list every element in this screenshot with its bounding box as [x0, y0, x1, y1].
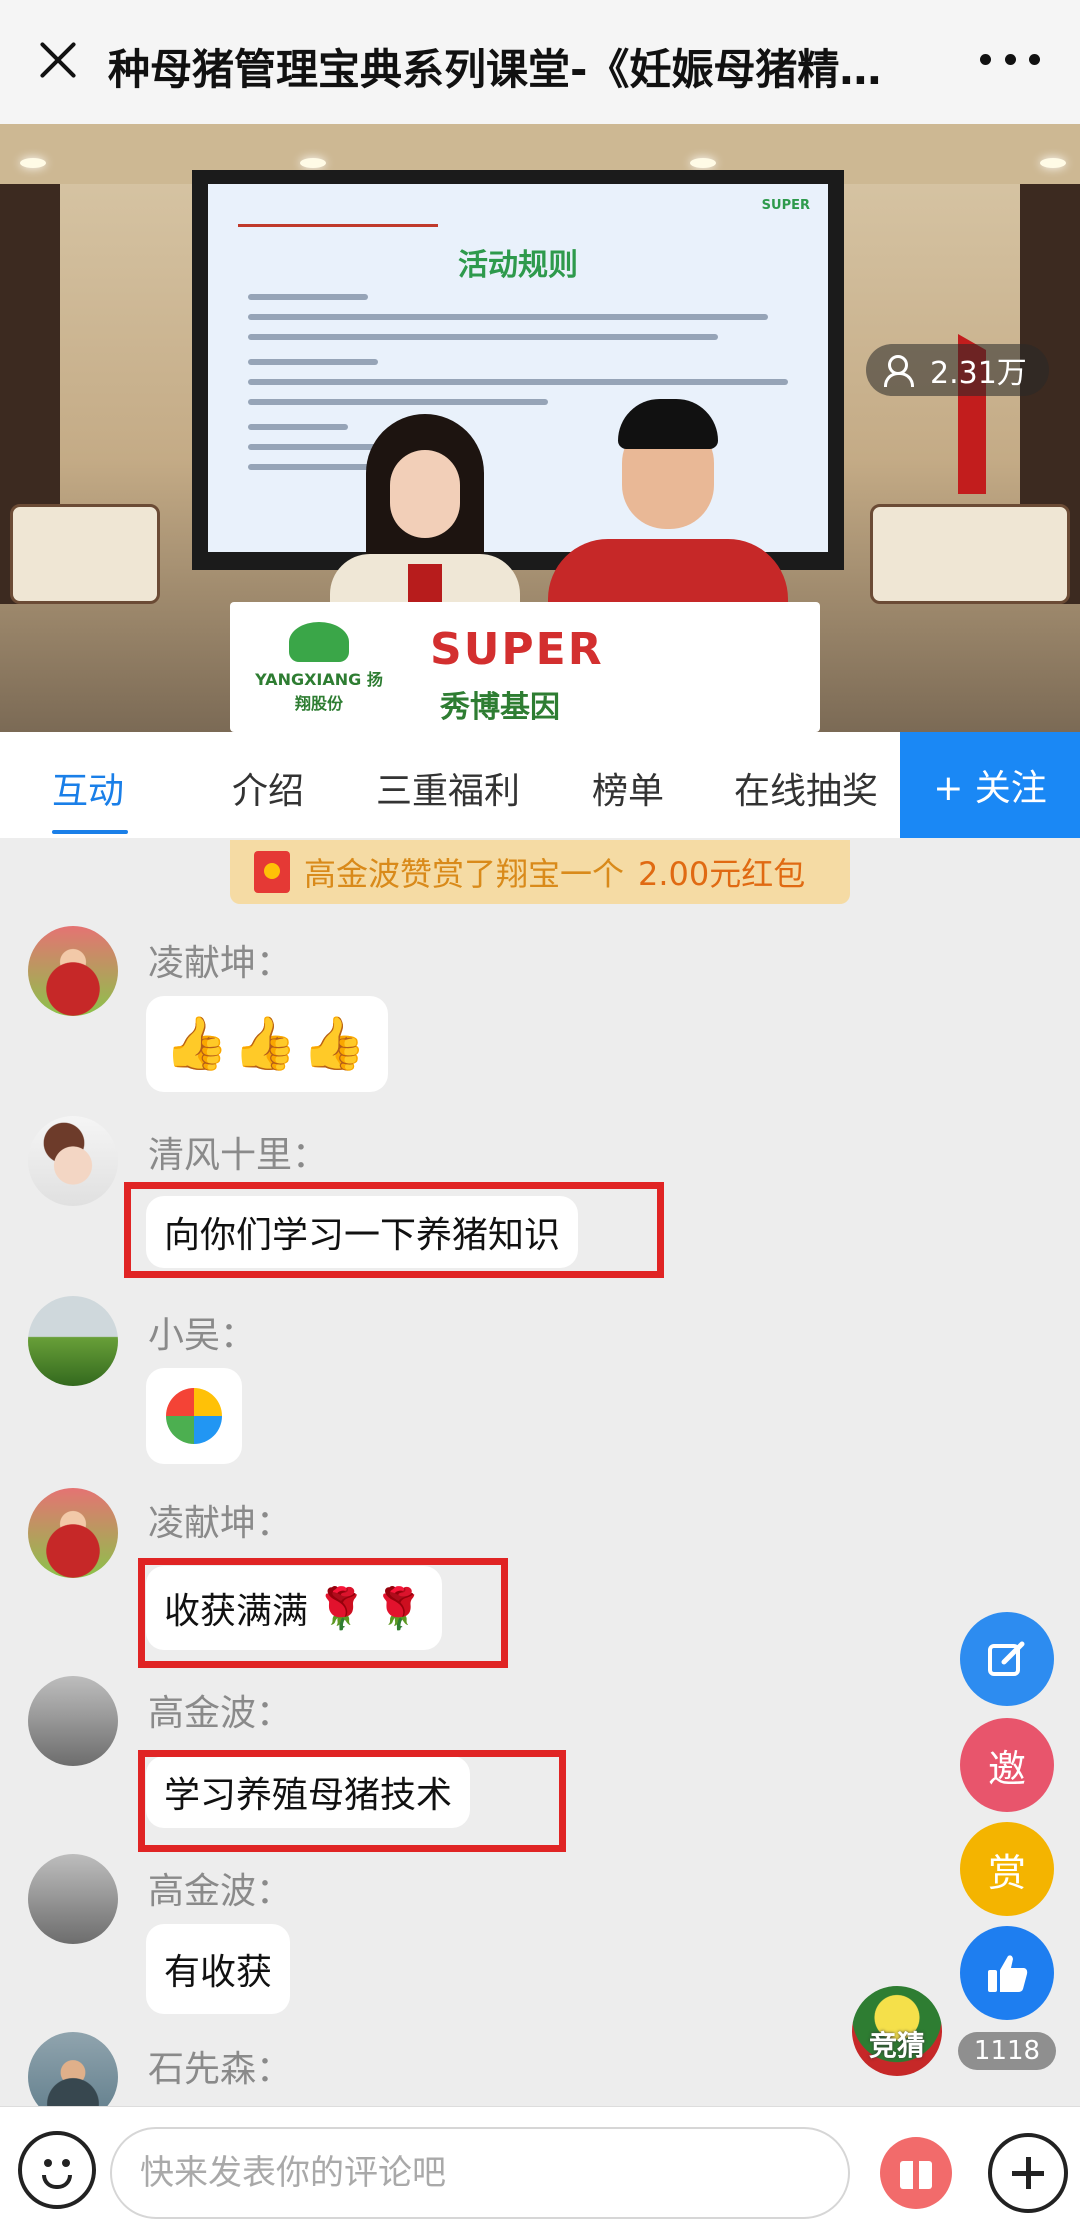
avatar[interactable] [28, 1488, 118, 1578]
sofa [870, 504, 1070, 604]
tab-ranking[interactable]: 榜单 [592, 762, 664, 814]
reward-button[interactable]: 赏 [960, 1822, 1054, 1916]
ceiling-light [20, 158, 46, 168]
red-packet-icon [254, 851, 290, 893]
active-tab-indicator [52, 830, 128, 834]
tab-lottery[interactable]: 在线抽奖 [734, 762, 878, 814]
slide-text-line [248, 379, 788, 385]
slide-text-line [248, 359, 378, 365]
top-bar: 种母猪管理宝典系列课堂-《妊娠母猪精… [0, 0, 1080, 124]
yangxiang-logo: YANGXIANG 扬翔股份 [254, 622, 384, 714]
comment-input[interactable] [110, 2127, 850, 2219]
viewer-count-badge: 2.31万 [866, 344, 1049, 396]
tab-benefits[interactable]: 三重福利 [376, 762, 520, 814]
thumbs-up-icon: 👍 [301, 1014, 367, 1074]
ceiling-light [690, 158, 716, 168]
like-count: 1118 [958, 2032, 1056, 2070]
more-icon[interactable] [980, 54, 1040, 66]
slide-text-line [248, 314, 768, 320]
edit-icon [988, 1641, 1025, 1676]
message-username: 石先森： [148, 2049, 293, 2090]
message-bubble: 有收获 [146, 1924, 291, 2014]
guess-label: 竞猜 [868, 2029, 925, 2062]
follow-button[interactable]: + 关注 [900, 732, 1080, 838]
avatar[interactable] [28, 926, 118, 1016]
viewer-count: 2.31万 [930, 356, 1027, 391]
close-icon[interactable] [30, 32, 86, 88]
gift-notice-text: 高金波赞赏了翔宝一个 [304, 855, 625, 893]
ceiling-light [300, 158, 326, 168]
tab-intro[interactable]: 介绍 [232, 762, 304, 814]
message-username: 高金波： [148, 1693, 293, 1734]
slide-divider [238, 224, 438, 227]
page-title: 种母猪管理宝典系列课堂-《妊娠母猪精… [108, 45, 882, 94]
gift-icon[interactable] [880, 2137, 952, 2209]
message-bubble: 👍 👍 👍 [146, 996, 389, 1092]
invite-label: 邀 [987, 1746, 1026, 1791]
slide-text-line [248, 334, 718, 340]
edit-button[interactable] [960, 1612, 1054, 1706]
live-video[interactable]: SUPER 活动规则 YANGXIANG 扬翔股份 SUPER 秀博基因 2.3… [0, 124, 1080, 732]
emoji-icon[interactable] [18, 2131, 96, 2209]
ceiling-light [1040, 158, 1066, 168]
thumbs-up-icon: 👍 [164, 1014, 229, 1074]
thumbs-up-icon: 👍 [232, 1014, 298, 1074]
reward-label: 赏 [987, 1850, 1026, 1895]
slide-text-line [248, 294, 368, 300]
highlight-box [124, 1182, 664, 1278]
message-username: 小吴： [148, 1315, 257, 1356]
avatar[interactable] [28, 1676, 118, 1766]
like-button[interactable] [960, 1926, 1054, 2020]
message-username: 清风十里： [148, 1135, 329, 1176]
gift-notice-amount: 2.00元红包 [638, 855, 806, 893]
invite-button[interactable]: 邀 [960, 1718, 1054, 1812]
sofa [10, 504, 160, 604]
highlight-box [138, 1750, 566, 1852]
message-bubble [146, 1368, 242, 1464]
users-icon [884, 355, 918, 387]
slide-brand: SUPER [761, 198, 810, 213]
super-logo: SUPER [430, 624, 604, 675]
tab-interaction[interactable]: 互动 [52, 762, 124, 814]
slide-text-line [248, 399, 548, 405]
pinwheel-icon [164, 1386, 224, 1446]
gift-notice: 高金波赞赏了翔宝一个 2.00元红包 [230, 840, 850, 904]
live-room-page: 种母猪管理宝典系列课堂-《妊娠母猪精… SUPER 活动规则 YANGXIANG… [0, 0, 1080, 2238]
message-text: 有收获 [164, 1952, 273, 1993]
comment-bar [0, 2106, 1080, 2238]
slide-title: 活动规则 [458, 248, 578, 283]
super-logo-subtitle: 秀博基因 [440, 690, 560, 725]
avatar[interactable] [28, 1296, 118, 1386]
avatar[interactable] [28, 1116, 118, 1206]
plus-icon[interactable] [988, 2133, 1068, 2213]
presenter-desk: YANGXIANG 扬翔股份 SUPER 秀博基因 [230, 602, 820, 732]
avatar[interactable] [28, 1854, 118, 1944]
thumbs-up-icon [988, 1955, 1028, 1992]
guess-button[interactable]: 竞猜 [852, 1986, 942, 2076]
highlight-box [138, 1558, 508, 1668]
message-username: 高金波： [148, 1871, 293, 1912]
message-username: 凌献坤： [148, 943, 293, 984]
message-username: 凌献坤： [148, 1503, 293, 1544]
